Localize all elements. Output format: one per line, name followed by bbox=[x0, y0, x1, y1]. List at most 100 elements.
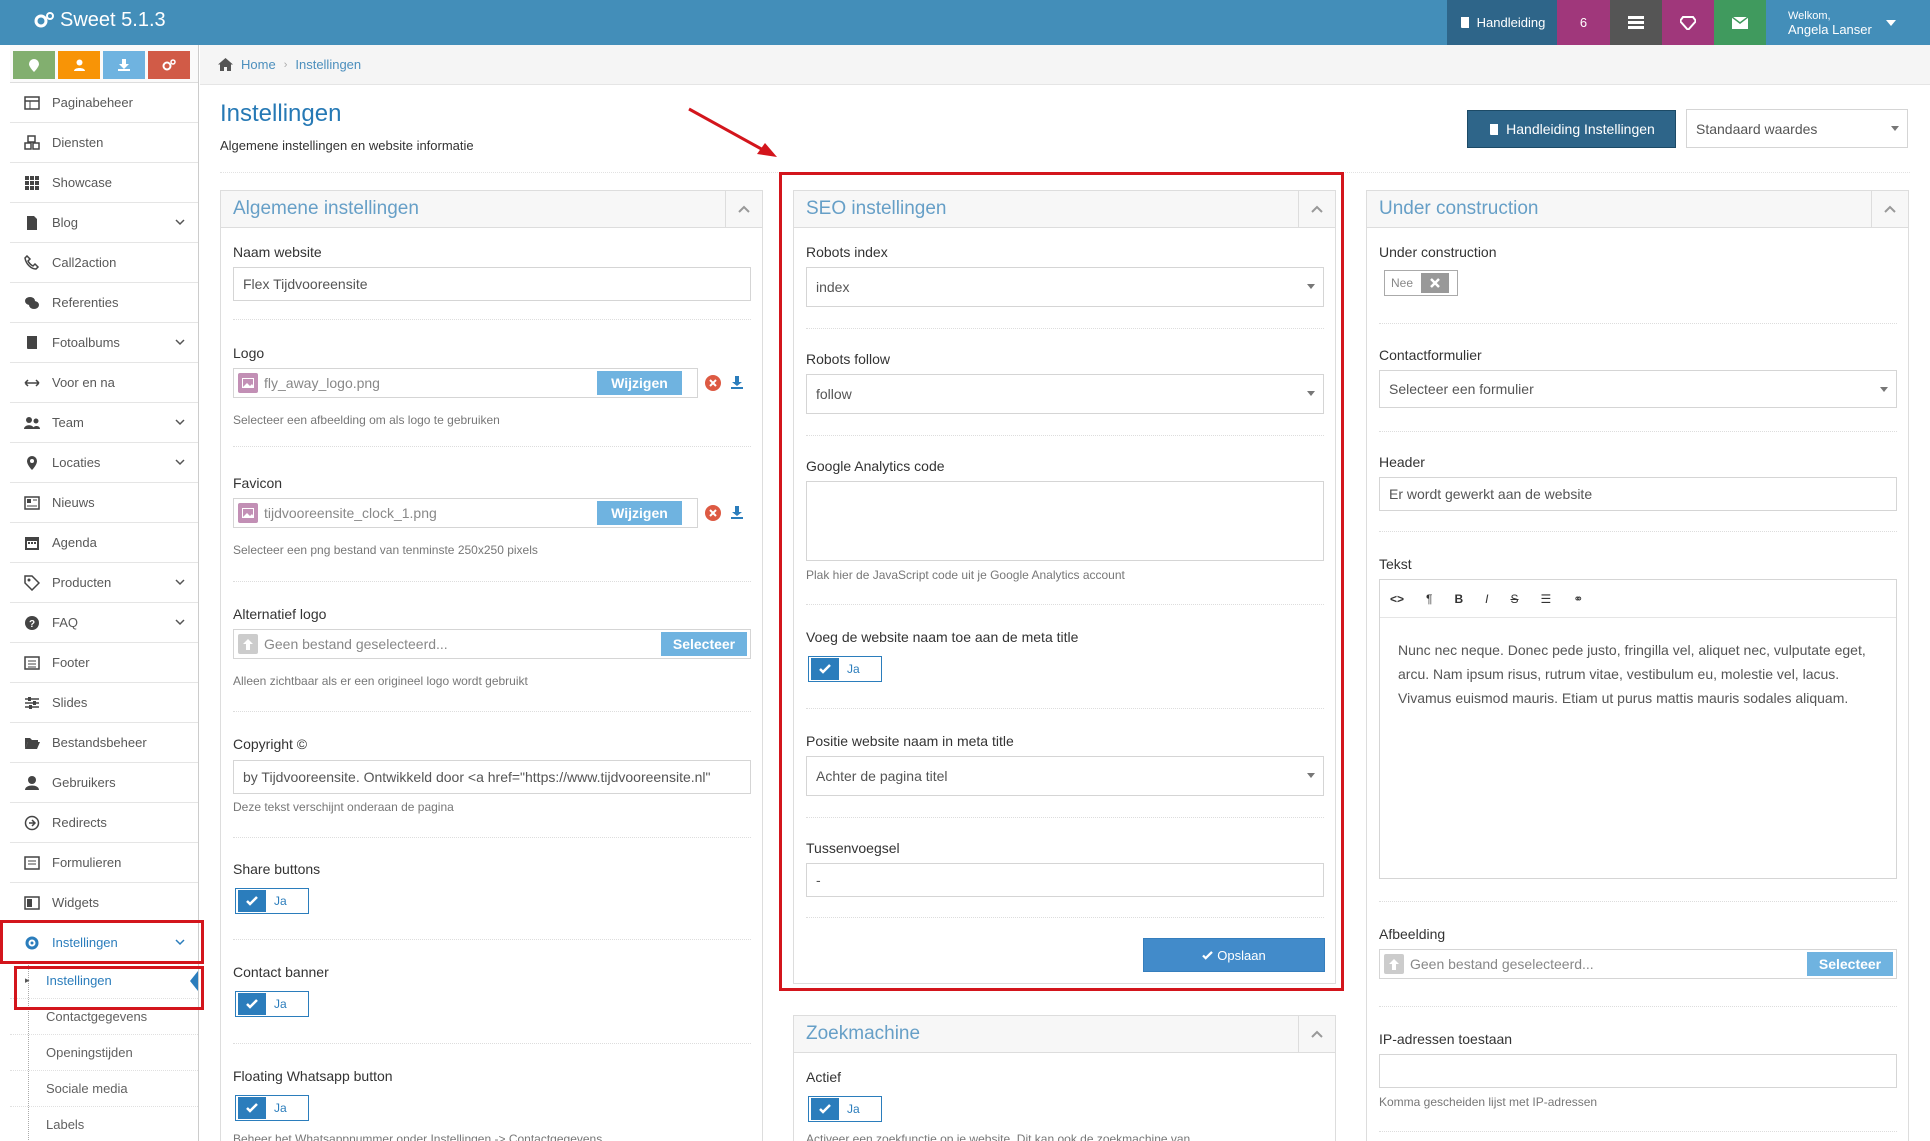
contact-banner-toggle[interactable]: Ja bbox=[235, 991, 309, 1017]
breadcrumb-home[interactable]: Home bbox=[241, 57, 276, 72]
separator-input[interactable]: - bbox=[806, 863, 1324, 897]
sidebar-item-call2action[interactable]: Call2action bbox=[10, 243, 198, 283]
list-icon[interactable]: ☰ bbox=[1541, 592, 1552, 606]
panel-title: Zoekmachine bbox=[806, 1023, 921, 1044]
sidebar-item-label: Fotoalbums bbox=[52, 335, 120, 350]
collapse-button[interactable] bbox=[1871, 191, 1908, 227]
panel-title: Algemene instellingen bbox=[233, 198, 419, 219]
divider bbox=[806, 817, 1324, 818]
shortcut-user[interactable] bbox=[58, 51, 100, 79]
collapse-button[interactable] bbox=[1298, 191, 1335, 227]
favicon-change-button[interactable]: Wijzigen bbox=[597, 501, 682, 525]
sidebar-item-locaties[interactable]: Locaties bbox=[10, 443, 198, 483]
ip-input[interactable] bbox=[1379, 1054, 1897, 1088]
strikethrough-icon[interactable]: S bbox=[1510, 592, 1518, 606]
analytics-textarea[interactable] bbox=[806, 481, 1324, 561]
logo-file-input[interactable]: fly_away_logo.png Wijzigen bbox=[233, 368, 698, 398]
notification-count[interactable]: 6 bbox=[1557, 0, 1610, 45]
folder-open-icon bbox=[22, 735, 42, 751]
breadcrumb-current[interactable]: Instellingen bbox=[295, 57, 361, 72]
remove-icon[interactable] bbox=[705, 375, 721, 391]
download-icon[interactable] bbox=[731, 506, 743, 519]
sidebar-item-redirects[interactable]: Redirects bbox=[10, 803, 198, 843]
help-settings-button[interactable]: Handleiding Instellingen bbox=[1467, 110, 1676, 148]
logo-filename: fly_away_logo.png bbox=[264, 375, 380, 391]
code-view-icon[interactable]: <> bbox=[1390, 592, 1404, 606]
save-button[interactable]: Opslaan bbox=[1143, 938, 1325, 972]
sidebar-item-gebruikers[interactable]: Gebruikers bbox=[10, 763, 198, 803]
collapse-button[interactable] bbox=[1298, 1016, 1335, 1052]
search-active-toggle[interactable]: Ja bbox=[808, 1096, 882, 1122]
caret-down-icon bbox=[1880, 387, 1888, 392]
link-icon[interactable]: ⚭ bbox=[1573, 592, 1583, 606]
tasks-button[interactable] bbox=[1610, 0, 1662, 45]
alt-logo-file-input[interactable]: Geen bestand geselecteerd... Selecteer bbox=[233, 629, 751, 659]
sidebar-item-voor-en-na[interactable]: Voor en na bbox=[10, 363, 198, 403]
sidebar-item-slides[interactable]: Slides bbox=[10, 683, 198, 723]
site-name-input[interactable]: Flex Tijdvooreensite bbox=[233, 267, 751, 301]
shortcut-settings[interactable] bbox=[148, 51, 190, 79]
sidebar-item-faq[interactable]: ? FAQ bbox=[10, 603, 198, 643]
image-file-input[interactable]: Geen bestand geselecteerd... Selecteer bbox=[1379, 949, 1897, 979]
sidebar-item-blog[interactable]: Blog bbox=[10, 203, 198, 243]
sidebar-item-fotoalbums[interactable]: Fotoalbums bbox=[10, 323, 198, 363]
sidebar-item-formulieren[interactable]: Formulieren bbox=[10, 843, 198, 883]
sidebar-item-team[interactable]: Team bbox=[10, 403, 198, 443]
sidebar-item-paginabeheer[interactable]: Paginabeheer bbox=[10, 83, 198, 123]
sidebar-subitem-sociale-media[interactable]: Sociale media bbox=[10, 1071, 198, 1107]
share-buttons-toggle[interactable]: Ja bbox=[235, 888, 309, 914]
user-menu[interactable]: Welkom, Angela Lanser bbox=[1766, 0, 1930, 45]
sidebar-item-diensten[interactable]: Diensten bbox=[10, 123, 198, 163]
sidebar-item-showcase[interactable]: Showcase bbox=[10, 163, 198, 203]
sidebar-item-referenties[interactable]: Referenties bbox=[10, 283, 198, 323]
sidebar-item-label: Producten bbox=[52, 575, 112, 590]
diamond-button[interactable] bbox=[1662, 0, 1714, 45]
sidebar-subitem-labels[interactable]: Labels bbox=[10, 1107, 198, 1141]
image-placeholder: Geen bestand geselecteerd... bbox=[1410, 956, 1594, 972]
messages-button[interactable] bbox=[1714, 0, 1766, 45]
remove-icon[interactable] bbox=[705, 505, 721, 521]
download-icon[interactable] bbox=[731, 376, 743, 389]
sidebar-item-bestandsbeheer[interactable]: Bestandsbeheer bbox=[10, 723, 198, 763]
paragraph-icon[interactable]: ¶ bbox=[1426, 592, 1432, 606]
user-icon bbox=[22, 775, 42, 791]
chevron-down-icon bbox=[174, 336, 186, 348]
copyright-input[interactable]: by Tijdvooreensite. Ontwikkeld door <a h… bbox=[233, 760, 751, 794]
sidebar-item-footer[interactable]: Footer bbox=[10, 643, 198, 683]
header-input[interactable]: Er wordt gewerkt aan de website bbox=[1379, 477, 1897, 511]
bold-icon[interactable]: B bbox=[1454, 592, 1463, 606]
contact-form-select[interactable]: Selecteer een formulier bbox=[1379, 370, 1897, 408]
image-select-button[interactable]: Selecteer bbox=[1807, 952, 1893, 976]
sidebar-subitem-label: Contactgegevens bbox=[46, 1009, 148, 1024]
italic-icon[interactable]: I bbox=[1485, 592, 1488, 606]
sidebar-item-producten[interactable]: Producten bbox=[10, 563, 198, 603]
position-value: Achter de pagina titel bbox=[816, 768, 948, 784]
whatsapp-toggle[interactable]: Ja bbox=[235, 1095, 309, 1121]
ip-label: IP-adressen toestaan bbox=[1379, 1031, 1513, 1047]
preset-select[interactable]: Standaard waardes bbox=[1686, 109, 1908, 148]
app-brand[interactable]: Sweet 5.1.3 bbox=[34, 9, 166, 32]
sidebar-item-agenda[interactable]: Agenda bbox=[10, 523, 198, 563]
favicon-file-input[interactable]: tijdvooreensite_clock_1.png Wijzigen bbox=[233, 498, 698, 528]
preset-select-value: Standaard waardes bbox=[1696, 120, 1818, 137]
sidebar-item-nieuws[interactable]: Nieuws bbox=[10, 483, 198, 523]
rich-text-editor[interactable]: <> ¶ B I S ☰ ⚭ Nunc nec neque. Donec ped… bbox=[1379, 579, 1897, 879]
collapse-button[interactable] bbox=[725, 191, 762, 227]
logo-change-button[interactable]: Wijzigen bbox=[597, 371, 682, 395]
sidebar-subitem-openingstijden[interactable]: Openingstijden bbox=[10, 1035, 198, 1071]
caret-down-icon bbox=[1307, 284, 1315, 289]
position-select[interactable]: Achter de pagina titel bbox=[806, 756, 1324, 796]
editor-content[interactable]: Nunc nec neque. Donec pede justo, fringi… bbox=[1380, 618, 1896, 730]
contact-banner-label: Contact banner bbox=[233, 964, 329, 980]
shortcut-download[interactable] bbox=[103, 51, 145, 79]
sidebar-item-widgets[interactable]: Widgets bbox=[10, 883, 198, 923]
shortcut-location[interactable] bbox=[13, 51, 55, 79]
envelope-icon bbox=[1732, 16, 1748, 29]
divider bbox=[1379, 1006, 1897, 1007]
help-button[interactable]: Handleiding bbox=[1447, 0, 1557, 45]
meta-name-toggle[interactable]: Ja bbox=[808, 656, 882, 682]
robots-follow-select[interactable]: follow bbox=[806, 374, 1324, 414]
robots-index-select[interactable]: index bbox=[806, 267, 1324, 307]
alt-logo-select-button[interactable]: Selecteer bbox=[661, 632, 747, 656]
under-construction-toggle[interactable]: Nee bbox=[1384, 270, 1458, 296]
